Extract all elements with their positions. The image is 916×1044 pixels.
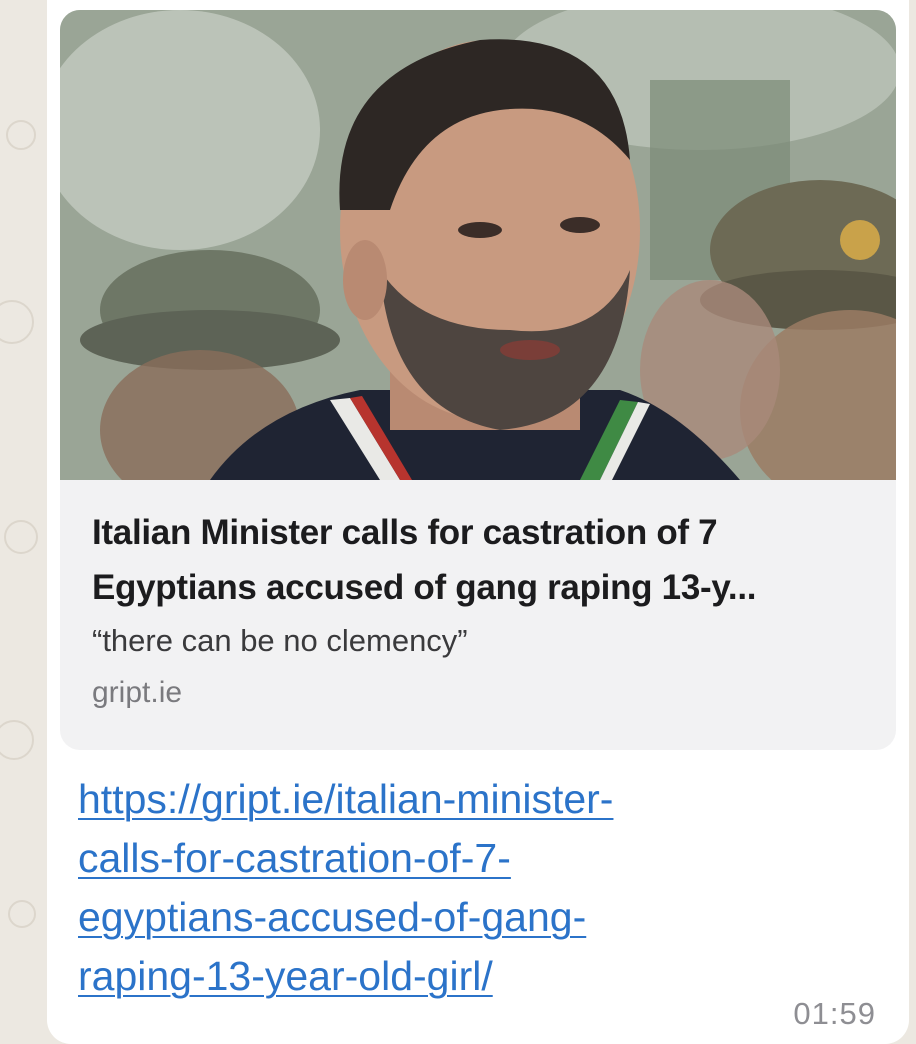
preview-domain: gript.ie	[92, 676, 183, 709]
preview-image[interactable]	[60, 10, 896, 480]
preview-description: “there can be no clemency”	[92, 623, 468, 658]
link-line[interactable]: raping-13-year-old-girl/	[78, 947, 778, 1006]
message-timestamp: 01:59	[793, 996, 876, 1031]
link-line[interactable]: calls-for-castration-of-7-	[78, 829, 778, 888]
link-line[interactable]: egyptians-accused-of-gang-	[78, 888, 778, 947]
preview-title-line: Italian Minister calls for castration of…	[92, 513, 718, 552]
wallpaper-doodle	[0, 720, 34, 760]
link-preview-card[interactable]: Italian Minister calls for castration of…	[60, 10, 896, 750]
preview-title-line: Egyptians accused of gang raping 13-y...	[92, 568, 757, 607]
preview-text[interactable]: Italian Minister calls for castration of…	[92, 505, 872, 713]
message-link[interactable]: https://gript.ie/italian-minister- calls…	[78, 770, 778, 1006]
preview-title[interactable]: Italian Minister calls for castration of…	[92, 505, 872, 615]
wallpaper-doodle	[6, 120, 36, 150]
wallpaper-doodle	[8, 900, 36, 928]
link-line[interactable]: https://gript.ie/italian-minister-	[78, 770, 778, 829]
wallpaper-doodle	[4, 520, 38, 554]
wallpaper-doodle	[0, 300, 34, 344]
